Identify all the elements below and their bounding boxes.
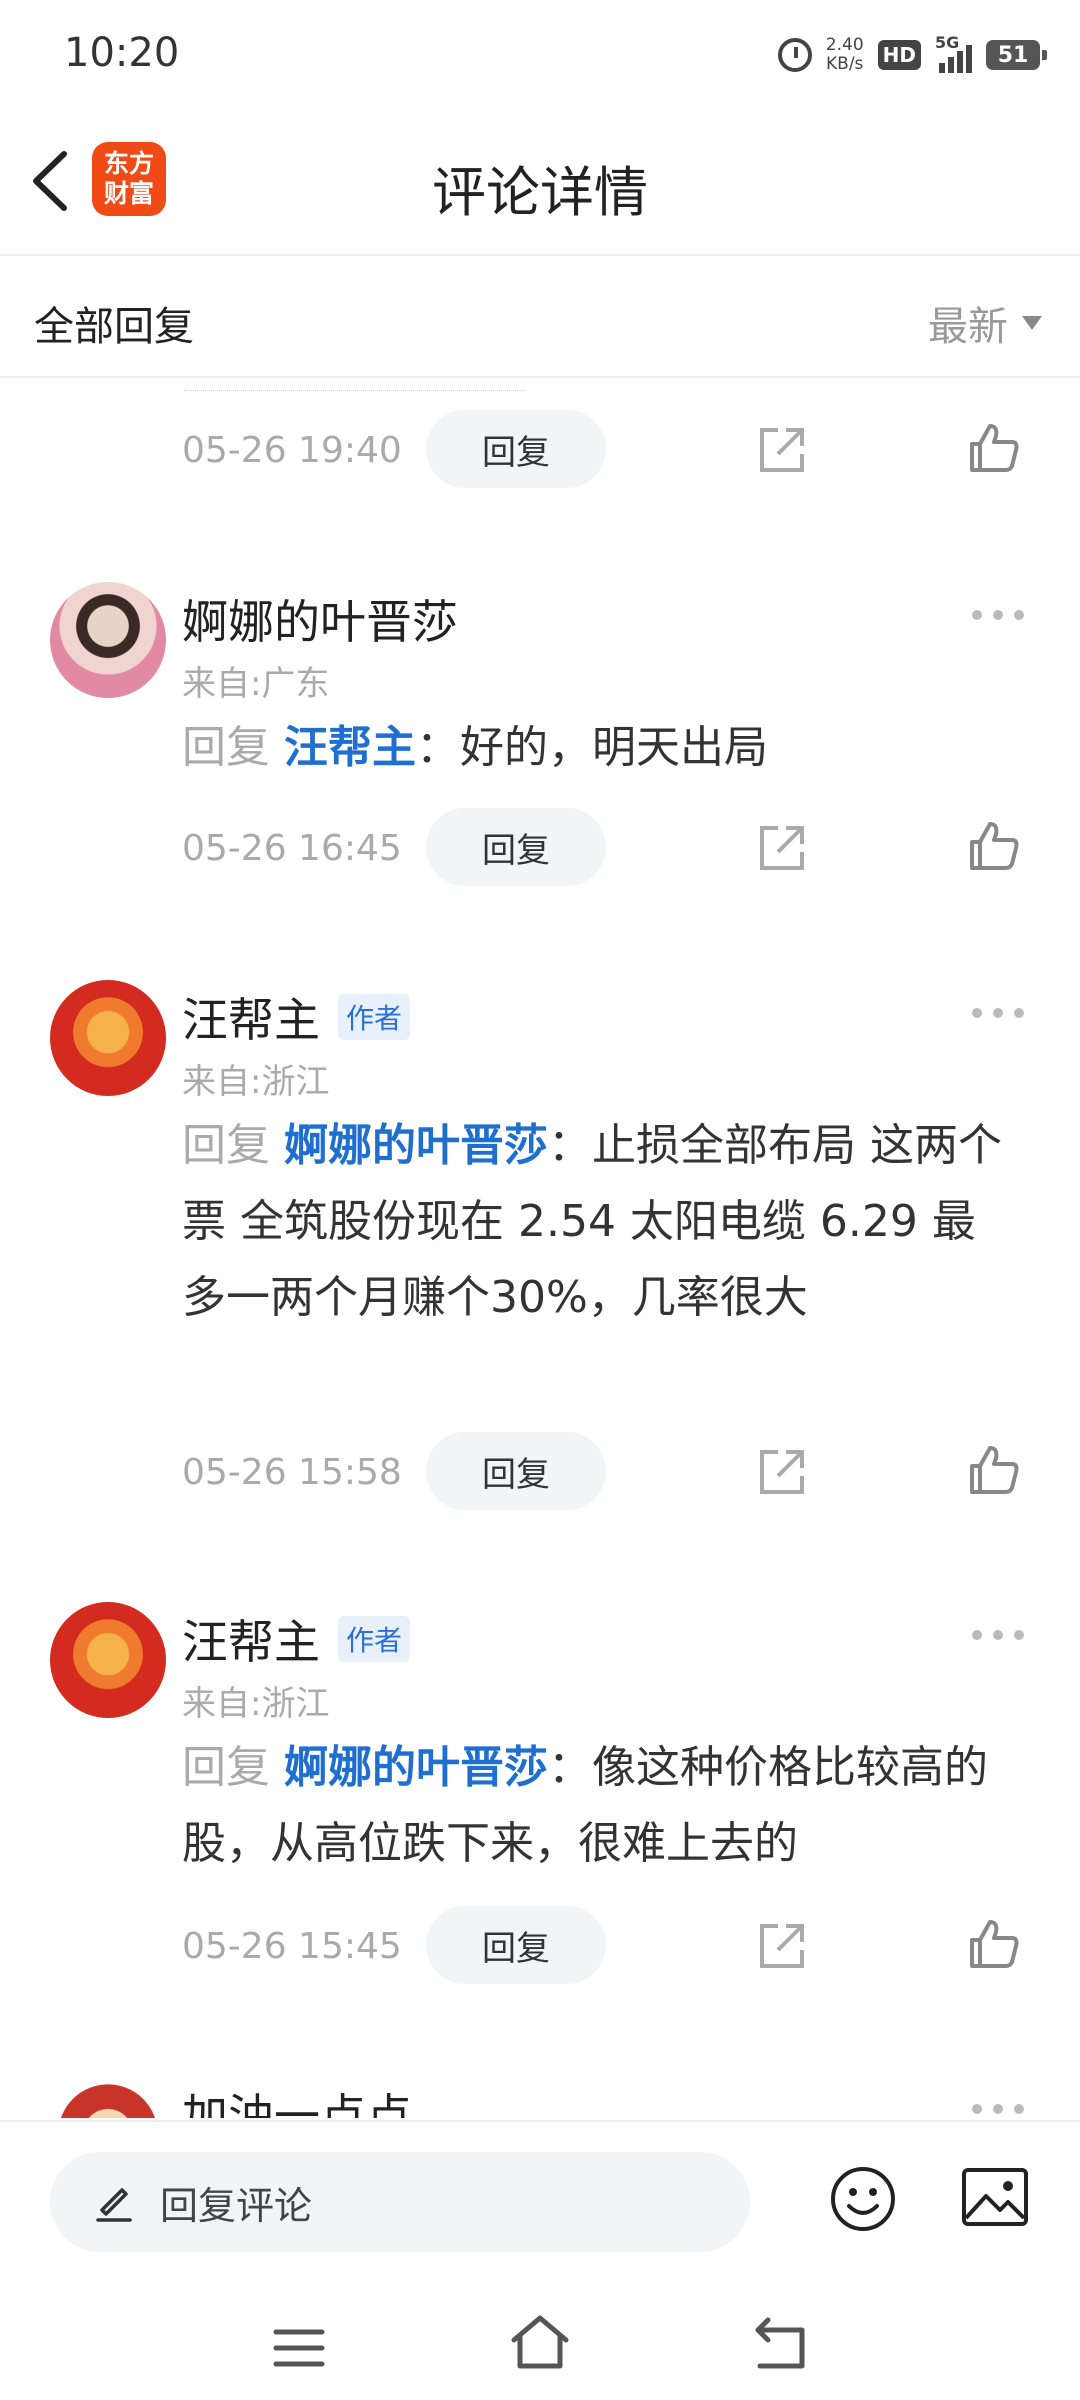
thumbs-up-icon[interactable] [966,818,1022,874]
comment-meta: 05-26 16:45 回复 [0,808,1080,888]
name-row: 婀娜的叶晋莎 [182,586,458,652]
more-dots-icon[interactable] [972,2104,1024,2116]
mention-link[interactable]: 汪帮主 [284,722,416,773]
comment-text: 回复 婀娜的叶晋莎：像这种价格比较高的股，从高位跌下来，很难上去的 [182,1730,1012,1882]
network-speed-unit: KB/s [826,54,864,74]
user-name[interactable]: 汪帮主 [182,1606,320,1672]
battery-icon: 51 [986,40,1047,70]
comment-item: 汪帮主 作者 来自:浙江 回复 婀娜的叶晋莎：止损全部布局 这两个票 全筑股份现… [0,980,1080,1410]
emoji-icon[interactable] [828,2164,898,2234]
user-name[interactable]: 汪帮主 [182,984,320,1050]
more-dots-icon[interactable] [972,1008,1024,1020]
comment-item: 加油一点点 [0,2076,1080,2118]
sort-label: 最新 [928,304,1008,350]
signal-icon: 5G [935,33,972,73]
thumbs-up-icon[interactable] [966,1442,1022,1498]
hd-icon: HD [877,40,921,70]
mention-link[interactable]: 婀娜的叶晋莎 [284,1120,548,1171]
reply-input-placeholder: 回复评论 [160,2183,313,2228]
pencil-icon [96,2188,132,2222]
thumbs-up-icon[interactable] [966,1916,1022,1972]
author-badge: 作者 [338,1616,411,1662]
avatar[interactable] [50,582,166,698]
comment-meta: 05-26 15:45 回复 [0,1906,1080,1986]
avatar[interactable] [50,1602,166,1718]
comment-text: 回复 汪帮主：好的，明天出局 [182,710,1012,786]
menu-icon[interactable] [272,2326,326,2370]
comment-meta: 05-26 15:58 回复 [0,1432,1080,1512]
status-icons: 2.40 KB/s HD 5G 51 [777,30,1047,80]
avatar[interactable] [50,980,166,1096]
reply-button[interactable]: 回复 [426,410,606,488]
reply-button[interactable]: 回复 [426,1906,606,1984]
share-icon[interactable] [756,424,808,476]
chevron-down-icon [1022,316,1042,330]
reply-button[interactable]: 回复 [426,808,606,886]
reply-button[interactable]: 回复 [426,1432,606,1510]
author-badge: 作者 [338,994,411,1040]
comment-body: ：好的，明天出局 [416,722,768,773]
share-icon[interactable] [756,1920,808,1972]
page-header: 东方 财富 评论详情 [0,110,1080,256]
location: 来自:浙江 [182,1684,330,1724]
network-speed-value: 2.40 [825,35,864,55]
status-bar: 10:20 2.40 KB/s HD 5G 51 [0,0,1080,110]
all-replies-label: 全部回复 [34,304,194,350]
timestamp: 05-26 15:45 [182,1926,402,1967]
network-speed: 2.40 KB/s [826,36,864,74]
sort-dropdown[interactable]: 最新 [928,294,1042,352]
mention-link[interactable]: 婀娜的叶晋莎 [284,1742,548,1793]
system-nav-bar [0,2280,1080,2400]
image-icon[interactable] [960,2166,1030,2228]
comment-list[interactable]: 05-26 19:40 回复 婀娜的叶晋莎 来自:广东 回复 汪帮主：好的，明天… [0,378,1080,2118]
location: 来自:浙江 [182,1062,330,1102]
network-type: 5G [935,33,960,52]
timestamp: 05-26 15:58 [182,1452,402,1493]
home-icon[interactable] [508,2310,572,2374]
comment-text: 回复 婀娜的叶晋莎：止损全部布局 这两个票 全筑股份现在 2.54 太阳电缆 6… [182,1108,1012,1336]
reply-bar: 回复评论 [0,2120,1080,2282]
comment-item: 汪帮主 作者 来自:浙江 回复 婀娜的叶晋莎：像这种价格比较高的股，从高位跌下来… [0,1602,1080,1902]
timestamp: 05-26 16:45 [182,828,402,869]
reply-input[interactable]: 回复评论 [50,2152,750,2252]
name-row: 汪帮主 作者 [182,1606,411,1672]
battery-level: 51 [997,42,1029,68]
reply-prefix: 回复 [182,1742,270,1793]
user-name[interactable]: 婀娜的叶晋莎 [182,586,458,652]
reply-prefix: 回复 [182,1120,270,1171]
name-row: 加油一点点 [182,2080,412,2118]
more-dots-icon[interactable] [972,1630,1024,1642]
filter-bar: 全部回复 最新 [0,256,1080,378]
back-nav-icon[interactable] [752,2316,810,2372]
alarm-icon [777,38,812,72]
more-dots-icon[interactable] [972,610,1024,622]
location: 来自:广东 [182,664,330,704]
user-name[interactable]: 加油一点点 [182,2080,412,2118]
thumbs-up-icon[interactable] [966,420,1022,476]
reply-prefix: 回复 [182,722,270,773]
timestamp: 05-26 19:40 [182,430,402,471]
share-icon[interactable] [756,1446,808,1498]
avatar[interactable] [50,2076,166,2118]
page-title: 评论详情 [432,161,648,224]
partial-image [184,378,524,391]
status-time: 10:20 [64,30,180,76]
top-item-meta: 05-26 19:40 回复 [0,410,1080,490]
share-icon[interactable] [756,822,808,874]
name-row: 汪帮主 作者 [182,984,411,1050]
